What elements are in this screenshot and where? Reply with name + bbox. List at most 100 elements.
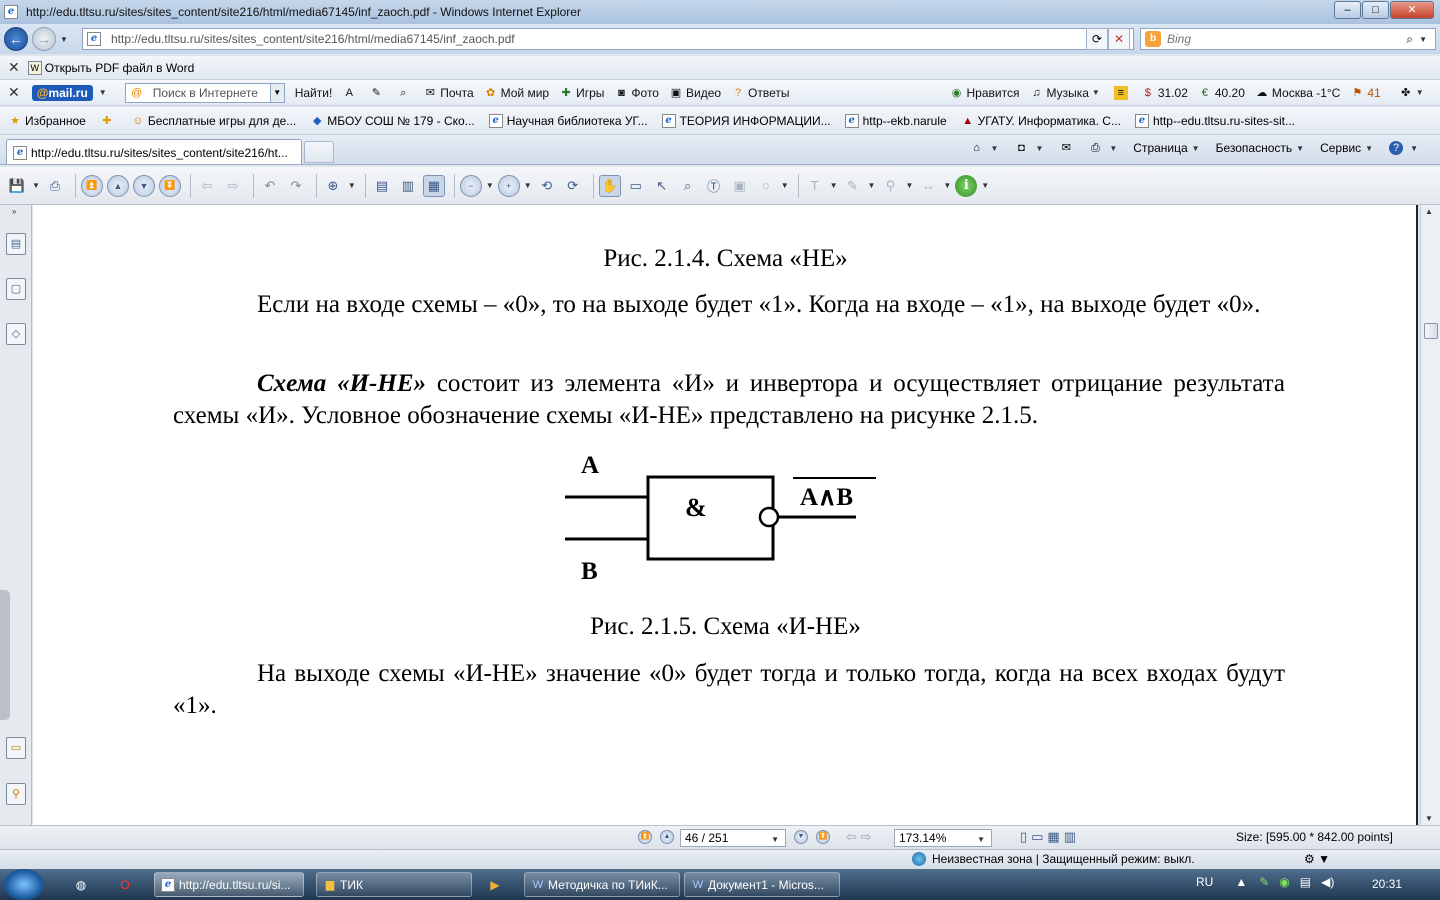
home-button[interactable]: ⌂ ▼ — [970, 141, 1003, 155]
notes-icon[interactable]: ≡ — [1113, 85, 1131, 100]
actual-size-icon[interactable]: ▤ — [371, 175, 393, 197]
back-button[interactable]: ← — [4, 27, 28, 51]
task-word-2[interactable]: W Документ1 - Micros... — [684, 872, 840, 897]
games-item[interactable]: ✚ Игры — [559, 86, 604, 100]
back-view-icon[interactable]: ⇦ — [196, 175, 218, 197]
print-button[interactable]: ⎙ ▼ — [1088, 141, 1121, 155]
weather-item[interactable]: ☁ Москва -1°C — [1255, 86, 1340, 100]
media-player-icon[interactable]: ▶ — [486, 876, 504, 894]
security-zone[interactable]: Неизвестная зона | Защищенный режим: вык… — [912, 852, 1195, 866]
image-select-icon[interactable]: ▣ — [729, 175, 751, 197]
scroll-down-icon[interactable]: ▼ — [1425, 814, 1433, 823]
favorite-link-5[interactable]: e http--ekb.narule — [844, 113, 947, 128]
layers-icon[interactable]: ◇ — [6, 323, 26, 345]
notifications-item[interactable]: ⚑ 41 — [1350, 86, 1380, 100]
loupe-icon[interactable]: ⌕ — [677, 175, 699, 197]
mail-item[interactable]: ✉ Почта — [423, 86, 474, 100]
last-page-icon[interactable]: ⏬ — [158, 174, 181, 197]
back-view-icon[interactable]: ⇦ ⇨ — [846, 829, 871, 845]
text-box-icon[interactable]: T — [804, 175, 826, 197]
photo-item[interactable]: ◙ Фото — [614, 86, 659, 100]
zoom-settings-icon[interactable]: ⚙ ▼ — [1304, 852, 1330, 866]
print-icon[interactable]: ⎙ — [44, 175, 66, 197]
attach-icon[interactable]: ⚲ — [879, 175, 901, 197]
add-favorite-icon[interactable]: ✚ — [100, 114, 117, 128]
info-icon[interactable]: i — [955, 174, 978, 197]
fit-width-icon[interactable]: ▦ — [422, 174, 445, 197]
vertical-scrollbar[interactable]: ▲ ▼ — [1420, 205, 1440, 825]
find-on-page-icon[interactable]: ⌕ — [396, 86, 413, 100]
text-select-icon[interactable]: Ⓣ — [703, 175, 725, 197]
toolbar-options-icon[interactable]: ✤ ▼ — [1399, 86, 1428, 100]
redo-icon[interactable]: ↷ — [285, 175, 307, 197]
panel-resize-handle[interactable] — [0, 590, 10, 720]
rotate-right-icon[interactable]: ⟳ — [562, 175, 584, 197]
attachments-icon[interactable]: ⚲ — [6, 783, 26, 805]
page-layout-icons[interactable]: ▯▭▦▥ — [1020, 829, 1080, 845]
shape-icon[interactable]: ○ — [755, 175, 777, 197]
music-item[interactable]: ♫ Музыка ▼ — [1029, 86, 1103, 100]
hand-tool-icon[interactable]: ✋ — [598, 174, 621, 197]
new-tab-button[interactable] — [304, 141, 334, 163]
clock[interactable]: 20:31 — [1372, 877, 1402, 891]
antivirus-icon[interactable]: ◉ — [1279, 875, 1289, 889]
likes-item[interactable]: ◉ Нравится — [950, 86, 1020, 100]
find-button[interactable]: Найти! — [295, 86, 333, 100]
first-page-icon[interactable]: ⏫ — [80, 174, 103, 197]
task-folder[interactable]: ▆ ТИК — [316, 872, 472, 897]
zoom-in-icon[interactable]: + — [497, 174, 520, 197]
scroll-thumb[interactable] — [1424, 323, 1438, 339]
close-button[interactable]: ✕ — [1390, 1, 1434, 19]
comment-icon[interactable]: ✎ — [842, 175, 864, 197]
maximize-button[interactable]: □ — [1362, 1, 1389, 19]
feeds-button[interactable]: ◘ ▼ — [1014, 141, 1047, 155]
chevron-down-icon[interactable]: ▼ — [99, 88, 107, 97]
minimize-button[interactable]: – — [1334, 1, 1361, 19]
video-item[interactable]: ▣ Видео — [669, 86, 721, 100]
close-icon[interactable]: ✕ — [8, 84, 20, 101]
search-options-icon[interactable]: ▼ — [1419, 35, 1427, 44]
tab-pdf[interactable]: e http://edu.tltsu.ru/sites/sites_conten… — [6, 139, 302, 164]
scroll-up-icon[interactable]: ▲ — [1425, 207, 1433, 216]
safety-menu[interactable]: Безопасность ▼ — [1216, 141, 1308, 155]
task-word-1[interactable]: W Методичка по ТИиК... — [524, 872, 680, 897]
first-page-icon[interactable]: ⏫ — [638, 830, 652, 844]
highlight-icon[interactable]: ✎ — [369, 86, 386, 100]
favorite-link-2[interactable]: ◆ МБОУ СОШ № 179 - Ско... — [310, 114, 475, 128]
select-tool-icon[interactable]: ↖ — [651, 175, 673, 197]
expand-panel-icon[interactable]: » — [12, 207, 16, 216]
bookmarks-icon[interactable]: ▤ — [6, 233, 26, 255]
language-indicator[interactable]: RU — [1196, 875, 1213, 889]
stop-icon[interactable]: ✕ — [1108, 28, 1130, 50]
forward-view-icon[interactable]: ⇨ — [222, 175, 244, 197]
show-hidden-icons[interactable]: ▲ — [1235, 875, 1247, 889]
forward-button[interactable]: → — [32, 27, 56, 51]
mail-button[interactable]: ✉ — [1059, 141, 1076, 155]
answers-item[interactable]: ? Ответы — [731, 86, 790, 100]
address-field[interactable]: e http://edu.tltsu.ru/sites/sites_conten… — [82, 28, 1134, 50]
chevron-down-icon[interactable]: ▼ — [269, 83, 284, 102]
favorites-button[interactable]: ★ Избранное — [8, 114, 86, 128]
start-button[interactable] — [4, 869, 44, 900]
zoom-input[interactable]: 173.14% ▼ — [894, 829, 992, 847]
mailru-search-input[interactable]: @ Поиск в Интернете ▼ — [124, 82, 285, 103]
save-icon[interactable]: 💾 — [6, 175, 28, 197]
favorite-link-4[interactable]: e ТЕОРИЯ ИНФОРМАЦИИ... — [661, 113, 831, 128]
page-number-input[interactable]: 46 / 251 ▼ — [680, 829, 786, 847]
history-dropdown-icon[interactable]: ▼ — [60, 35, 68, 44]
rotate-left-icon[interactable]: ⟲ — [536, 175, 558, 197]
undo-icon[interactable]: ↶ — [259, 175, 281, 197]
help-button[interactable]: ? ▼ — [1389, 141, 1422, 155]
next-page-icon[interactable]: ▼ — [132, 174, 155, 197]
volume-icon[interactable]: ◀) — [1321, 875, 1334, 889]
my-world-item[interactable]: ✿ Мой мир — [484, 86, 549, 100]
search-field[interactable]: b Bing ⌕ ▼ — [1140, 28, 1436, 50]
chrome-icon[interactable]: ◍ — [72, 876, 90, 894]
next-page-icon[interactable]: ▼ — [794, 830, 808, 844]
service-menu[interactable]: Сервис ▼ — [1320, 141, 1377, 155]
favorite-link-1[interactable]: ☺ Бесплатные игры для де... — [131, 114, 296, 128]
comments-panel-icon[interactable]: ▭ — [6, 737, 26, 759]
zoom-icon[interactable]: ⊕ — [322, 175, 344, 197]
search-icon[interactable]: ⌕ — [1406, 32, 1413, 47]
open-in-word-link[interactable]: Открыть PDF файл в Word — [45, 61, 195, 75]
